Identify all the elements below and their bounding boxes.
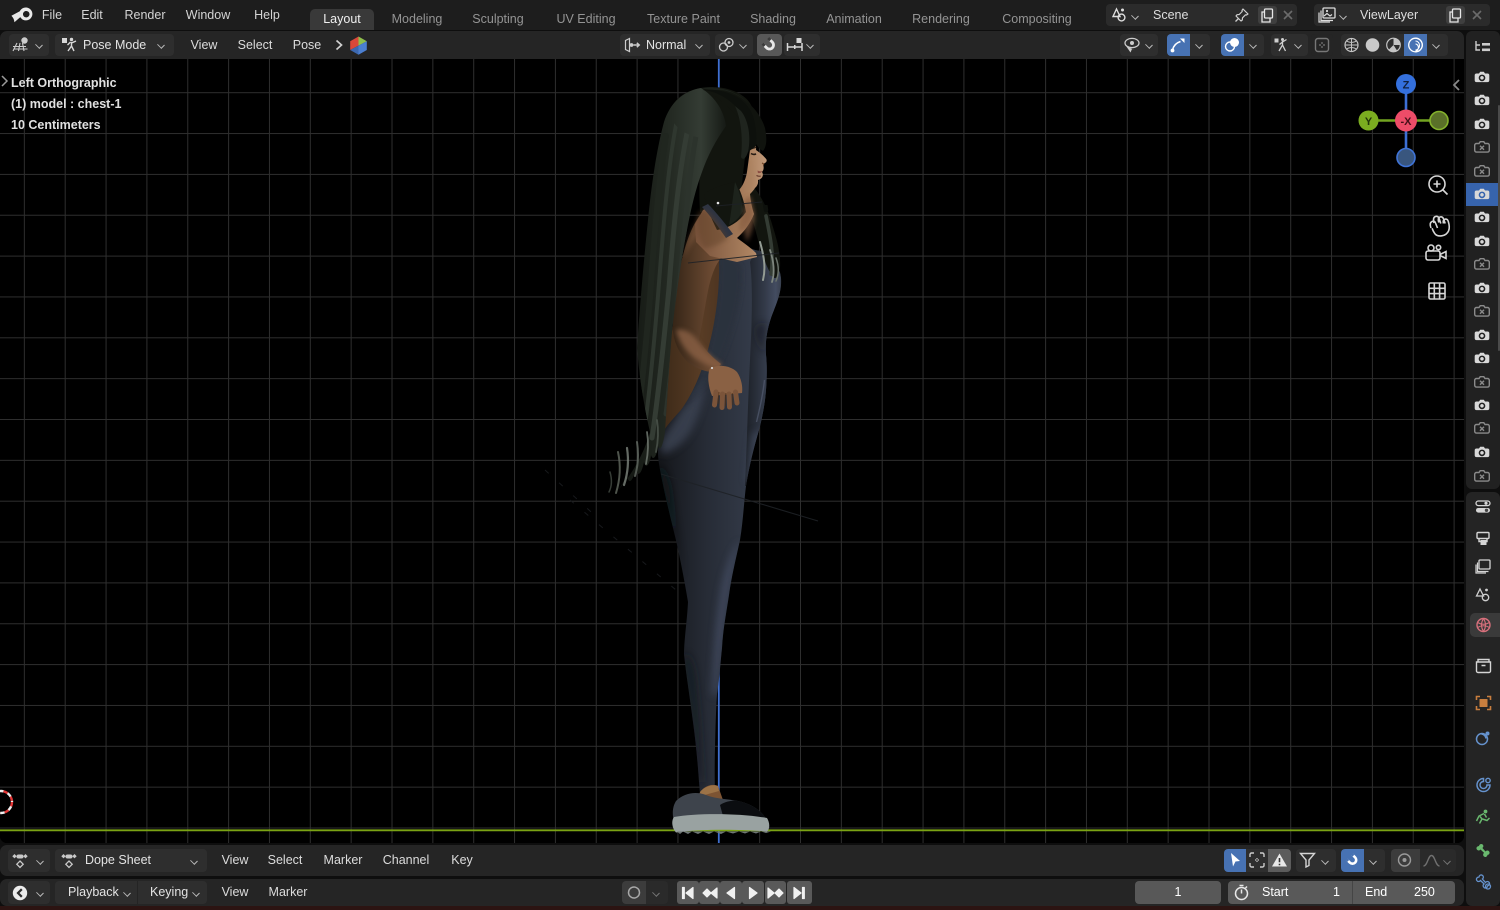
svg-text:Left Orthographic: Left Orthographic <box>11 76 117 90</box>
svg-text:(1) model : chest-1: (1) model : chest-1 <box>11 97 121 111</box>
svg-text:-X: -X <box>1401 116 1413 128</box>
svg-text:10 Centimeters: 10 Centimeters <box>11 118 101 132</box>
svg-text:Z: Z <box>1403 80 1410 92</box>
svg-text:Y: Y <box>1365 116 1373 128</box>
